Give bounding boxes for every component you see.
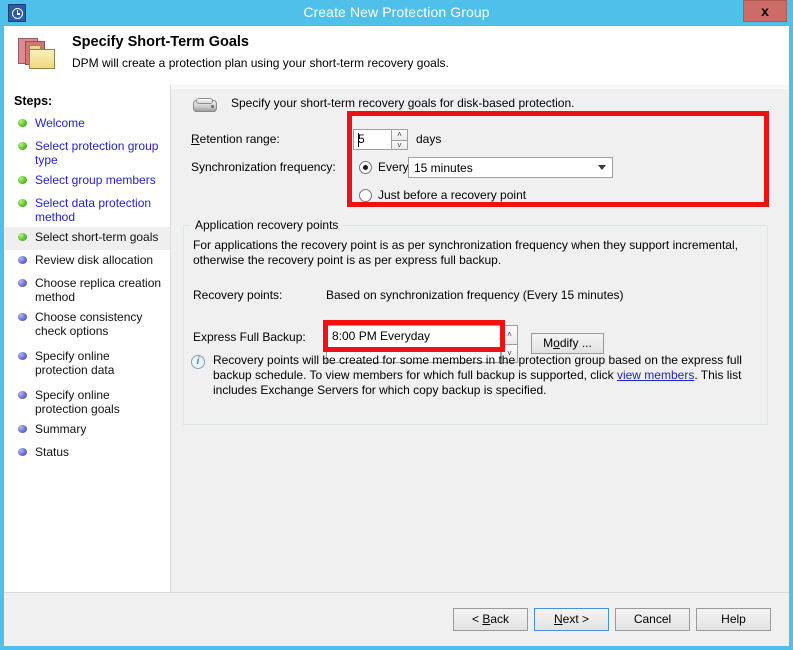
sidebar-item-label: Status	[35, 445, 70, 459]
sidebar-item-specify-online-protection-data: Specify online protection data	[4, 346, 170, 380]
window-frame-right	[789, 26, 793, 650]
sidebar-item-status: Status	[4, 442, 170, 465]
create-protection-group-window: Create New Protection Group x Specify Sh…	[0, 0, 793, 650]
spin-up-icon[interactable]: ˄	[501, 325, 518, 344]
sidebar-item-label: Welcome	[35, 116, 85, 130]
sidebar-item-label: Choose consistency check options	[35, 310, 143, 338]
intro-text: Specify your short-term recovery goals f…	[231, 96, 575, 110]
step-bullet-icon	[18, 233, 27, 241]
step-bullet-icon	[18, 176, 27, 184]
sidebar-item-select-protection-group-type[interactable]: Select protection group type	[4, 136, 170, 170]
view-members-link[interactable]: view members	[617, 368, 694, 382]
sidebar-item-label: Summary	[35, 422, 87, 436]
window-title: Create New Protection Group	[303, 4, 490, 20]
step-bullet-icon	[18, 352, 27, 360]
express-full-backup-label: Express Full Backup:	[193, 330, 306, 344]
sidebar-item-label: Specify online protection data	[35, 349, 115, 377]
step-bullet-icon	[18, 391, 27, 399]
back-button[interactable]: < Back	[453, 608, 528, 631]
sidebar-item-review-disk-allocation: Review disk allocation	[4, 250, 170, 273]
step-bullet-icon	[18, 279, 27, 287]
disk-drive-icon	[191, 95, 221, 115]
wizard-footer: < Back Next > Cancel Help	[4, 592, 789, 646]
sidebar-item-label: Specify online protection goals	[35, 388, 120, 416]
spin-down-icon[interactable]: ˅	[391, 139, 408, 150]
cancel-button[interactable]: Cancel	[615, 608, 690, 631]
radio-every-dot	[363, 165, 368, 170]
sidebar-item-label: Select group members	[35, 173, 156, 187]
spin-up-icon[interactable]: ˄	[391, 129, 408, 140]
retention-range-label: Retention range:	[191, 132, 280, 146]
group-title: Application recovery points	[191, 218, 343, 232]
group-description: For applications the recovery point is a…	[193, 238, 738, 267]
radio-every[interactable]	[359, 161, 372, 174]
info-icon: i	[191, 355, 205, 369]
sidebar-item-label: Select short-term goals	[35, 230, 159, 244]
step-bullet-icon	[18, 199, 27, 207]
sidebar-item-label: Review disk allocation	[35, 253, 154, 267]
sidebar-item-welcome[interactable]: Welcome	[4, 113, 170, 136]
step-bullet-icon	[18, 448, 27, 456]
sidebar-item-choose-consistency-check-options: Choose consistency check options	[4, 307, 170, 341]
next-button[interactable]: Next >	[534, 608, 609, 631]
sync-interval-value: 15 minutes	[414, 161, 473, 175]
text-caret	[358, 133, 359, 147]
sidebar-item-specify-online-protection-goals: Specify online protection goals	[4, 385, 170, 419]
sidebar-item-label: Select data protection method	[35, 196, 152, 224]
radio-just-before-label[interactable]: Just before a recovery point	[378, 188, 526, 202]
step-bullet-icon	[18, 313, 27, 321]
sidebar-item-summary: Summary	[4, 419, 170, 442]
folder-stack-icon	[16, 36, 60, 74]
modify-button[interactable]: Modify ...	[531, 333, 604, 354]
main-content: Specify your short-term recovery goals f…	[171, 85, 789, 592]
step-bullet-icon	[18, 119, 27, 127]
titlebar: Create New Protection Group x	[0, 0, 793, 26]
wizard-header: Specify Short-Term Goals DPM will create…	[4, 26, 789, 85]
sidebar-item-choose-replica-creation-method: Choose replica creation method	[4, 273, 170, 307]
radio-just-before[interactable]	[359, 189, 372, 202]
retention-range-unit: days	[416, 132, 442, 146]
content-top-strip	[171, 85, 789, 89]
step-bullet-icon	[18, 142, 27, 150]
sidebar-item-select-short-term-goals: Select short-term goals	[4, 227, 170, 250]
help-button[interactable]: Help	[696, 608, 771, 631]
step-bullet-icon	[18, 256, 27, 264]
express-full-backup-value: 8:00 PM Everyday	[332, 329, 431, 343]
recovery-points-value: Based on synchronization frequency (Ever…	[326, 288, 624, 302]
sync-interval-dropdown[interactable]: 15 minutes	[408, 157, 613, 178]
sidebar-item-label: Select protection group type	[35, 139, 159, 167]
sidebar-item-select-group-members[interactable]: Select group members	[4, 170, 170, 193]
retention-range-stepper[interactable]: 5 ˄ ˅	[353, 129, 408, 150]
express-full-backup-note: Recovery points will be created for some…	[213, 353, 753, 398]
recovery-points-label: Recovery points:	[193, 288, 283, 302]
steps-list: Welcome Select protection group type Selec…	[4, 113, 170, 465]
close-button[interactable]: x	[743, 0, 787, 22]
sync-frequency-label: Synchronization frequency:	[191, 160, 336, 174]
chevron-down-icon	[598, 165, 606, 170]
steps-heading: Steps:	[14, 94, 53, 108]
sidebar-item-label: Choose replica creation method	[35, 276, 162, 304]
step-bullet-icon	[18, 425, 27, 433]
page-subtitle: DPM will create a protection plan using …	[72, 56, 449, 70]
retention-spin-buttons[interactable]: ˄ ˅	[391, 129, 408, 150]
window-frame-bottom	[0, 646, 793, 650]
steps-sidebar: Steps: Welcome Select protection group ty…	[4, 85, 171, 592]
retention-range-input[interactable]: 5	[353, 129, 391, 150]
retention-range-value: 5	[358, 132, 365, 146]
radio-every-label[interactable]: Every	[378, 160, 409, 174]
sidebar-item-select-data-protection-method[interactable]: Select data protection method	[4, 193, 170, 227]
page-title: Specify Short-Term Goals	[72, 34, 249, 50]
